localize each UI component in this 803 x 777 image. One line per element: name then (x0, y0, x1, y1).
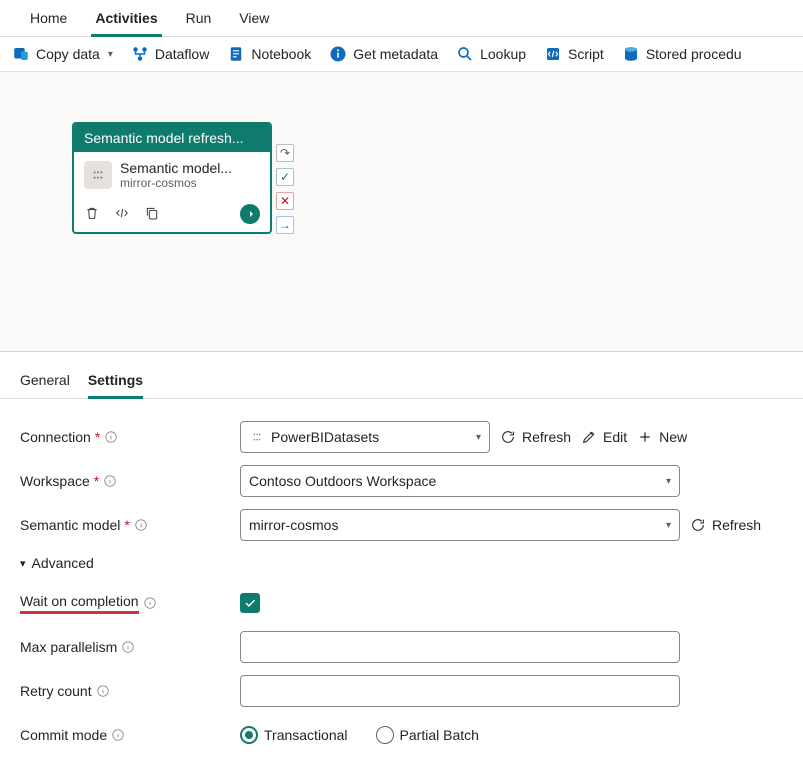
chevron-down-icon: ▾ (666, 520, 671, 531)
info-icon[interactable] (111, 728, 125, 742)
stored-procedure-label: Stored procedu (646, 46, 742, 62)
connection-label: Connection* (20, 429, 240, 445)
activity-node-title: Semantic model... (120, 160, 232, 176)
connection-value: PowerBIDatasets (271, 429, 379, 445)
notebook-label: Notebook (251, 46, 311, 62)
semantic-model-value: mirror-cosmos (249, 517, 338, 533)
info-icon[interactable] (134, 518, 148, 532)
status-completion-icon[interactable]: → (276, 216, 294, 234)
commit-mode-transactional[interactable]: Transactional (240, 726, 348, 744)
lookup-label: Lookup (480, 46, 526, 62)
script-button[interactable]: Script (544, 45, 604, 63)
advanced-toggle[interactable]: ▾ Advanced (20, 555, 783, 571)
activity-node[interactable]: Semantic model refresh... Semantic model… (72, 122, 272, 234)
connection-dropdown[interactable]: PowerBIDatasets ▾ (240, 421, 490, 453)
retry-count-input[interactable] (240, 675, 680, 707)
node-status-handles: ↷ ✓ ✕ → (276, 144, 294, 234)
search-icon (456, 45, 474, 63)
activities-toolbar: Copy data ▾ Dataflow Notebook Get metada… (0, 37, 803, 72)
max-parallelism-input[interactable] (240, 631, 680, 663)
menu-tab-view[interactable]: View (225, 0, 283, 36)
commit-mode-partial-batch[interactable]: Partial Batch (376, 726, 479, 744)
status-success-icon[interactable]: ✓ (276, 168, 294, 186)
info-icon[interactable] (121, 640, 135, 654)
activity-node-subtitle: mirror-cosmos (120, 176, 232, 190)
max-parallelism-label: Max parallelism (20, 639, 240, 655)
get-metadata-label: Get metadata (353, 46, 438, 62)
menu-tab-home[interactable]: Home (16, 0, 81, 36)
activity-node-header: Semantic model refresh... (74, 124, 270, 152)
wait-on-completion-label: Wait on completion (20, 593, 240, 614)
tab-settings[interactable]: Settings (88, 366, 143, 398)
dataflow-label: Dataflow (155, 46, 209, 62)
commit-mode-label: Commit mode (20, 727, 240, 743)
script-icon (544, 45, 562, 63)
code-icon[interactable] (114, 205, 130, 224)
tab-general[interactable]: General (20, 366, 70, 398)
chevron-down-icon: ▾ (108, 49, 113, 60)
stored-procedure-icon (622, 45, 640, 63)
get-metadata-button[interactable]: Get metadata (329, 45, 438, 63)
dataset-small-icon (249, 429, 265, 445)
workspace-value: Contoso Outdoors Workspace (249, 473, 436, 489)
edit-connection-button[interactable]: Edit (581, 429, 627, 445)
info-icon (329, 45, 347, 63)
chevron-down-icon: ▾ (20, 557, 26, 570)
info-icon[interactable] (104, 430, 118, 444)
copy-data-label: Copy data (36, 46, 100, 62)
wait-on-completion-checkbox[interactable] (240, 593, 260, 613)
radio-unselected-icon (376, 726, 394, 744)
menu-tab-run[interactable]: Run (172, 0, 226, 36)
semantic-model-label: Semantic model* (20, 517, 240, 533)
refresh-connection-button[interactable]: Refresh (500, 429, 571, 445)
workspace-label: Workspace* (20, 473, 240, 489)
status-skip-icon[interactable]: ↷ (276, 144, 294, 162)
dataflow-icon (131, 45, 149, 63)
workspace-dropdown[interactable]: Contoso Outdoors Workspace ▾ (240, 465, 680, 497)
copy-data-button[interactable]: Copy data ▾ (12, 45, 113, 63)
notebook-button[interactable]: Notebook (227, 45, 311, 63)
delete-icon[interactable] (84, 205, 100, 224)
refresh-model-button[interactable]: Refresh (690, 517, 761, 533)
pipeline-canvas[interactable]: Semantic model refresh... Semantic model… (0, 72, 803, 352)
chevron-down-icon: ▾ (476, 432, 481, 443)
notebook-icon (227, 45, 245, 63)
info-icon[interactable] (103, 474, 117, 488)
menu-tab-activities[interactable]: Activities (81, 0, 171, 36)
info-icon[interactable] (96, 684, 110, 698)
radio-selected-icon (240, 726, 258, 744)
script-label: Script (568, 46, 604, 62)
semantic-model-dropdown[interactable]: mirror-cosmos ▾ (240, 509, 680, 541)
copy-data-icon (12, 45, 30, 63)
info-icon[interactable] (143, 596, 157, 610)
chevron-down-icon: ▾ (666, 476, 671, 487)
retry-count-label: Retry count (20, 683, 240, 699)
copy-icon[interactable] (144, 205, 160, 224)
status-fail-icon[interactable]: ✕ (276, 192, 294, 210)
menu-tabs: Home Activities Run View (0, 0, 803, 37)
new-connection-button[interactable]: New (637, 429, 687, 445)
dataflow-button[interactable]: Dataflow (131, 45, 209, 63)
stored-procedure-button[interactable]: Stored procedu (622, 45, 742, 63)
activity-node-body: Semantic model... mirror-cosmos (74, 152, 270, 198)
config-tabs: General Settings (0, 352, 803, 399)
run-arrow-icon[interactable] (240, 204, 260, 224)
dataset-icon (84, 161, 112, 189)
lookup-button[interactable]: Lookup (456, 45, 526, 63)
settings-panel: Connection* PowerBIDatasets ▾ Refresh Ed… (0, 399, 803, 777)
